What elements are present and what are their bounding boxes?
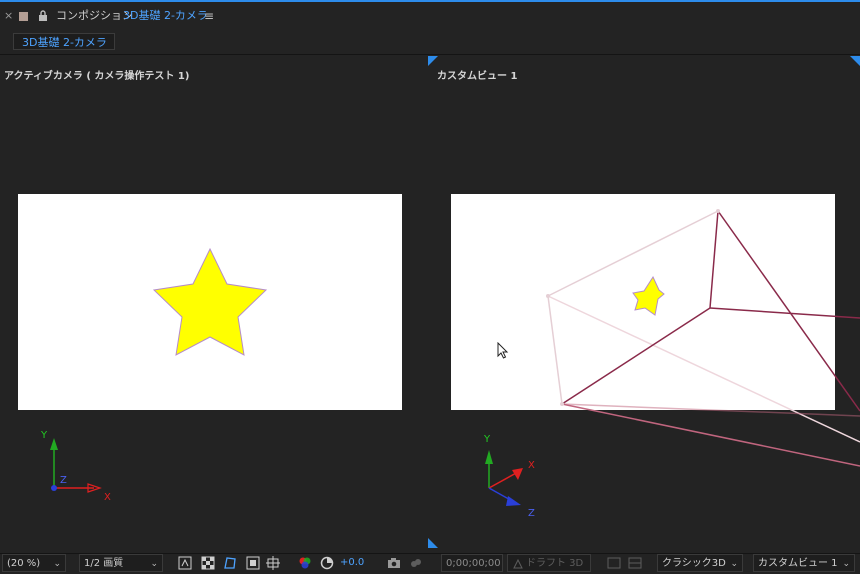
axis-label-x: X	[528, 460, 535, 471]
ground-plane-icon[interactable]	[628, 556, 642, 570]
resolution-value: 1/2 画質	[84, 558, 124, 569]
chevron-down-icon: ⌄	[53, 559, 61, 569]
close-panel-icon[interactable]: ×	[4, 8, 13, 24]
axis-gizmo-left: Y Z X	[40, 430, 111, 503]
view-corner-marker	[428, 538, 438, 548]
draft-3d-icon	[513, 558, 523, 569]
timecode-display[interactable]: 0;00;00;00	[441, 554, 503, 572]
renderer-dropdown[interactable]: クラシック3D ⌄	[657, 554, 743, 572]
region-of-interest-icon[interactable]	[246, 556, 260, 570]
panel-label: コンポジション	[56, 9, 133, 22]
reset-exposure-icon[interactable]	[320, 556, 334, 570]
axis-label-z: Z	[60, 475, 67, 486]
composition-name: 3D基礎 2-カメラ	[123, 9, 208, 22]
axis-label-z: Z	[528, 508, 535, 519]
lock-icon[interactable]	[38, 10, 48, 25]
chevron-down-icon: ⌄	[150, 559, 158, 569]
stop-icon[interactable]	[19, 12, 28, 21]
view-title-active-camera: アクティブカメラ ( カメラ操作テスト 1)	[4, 71, 190, 82]
zoom-value: (20 %)	[7, 558, 41, 569]
show-snapshot-icon[interactable]	[409, 556, 423, 570]
tab-bar	[0, 32, 860, 55]
transparency-grid-icon[interactable]	[201, 556, 215, 570]
view-select-dropdown[interactable]: カスタムビュー 1 ⌄	[753, 554, 855, 572]
mouse-cursor-icon	[497, 342, 509, 359]
grid-guides-icon[interactable]	[266, 556, 280, 570]
camera-snapshot-icon[interactable]	[387, 556, 401, 570]
view-corner-marker	[850, 56, 860, 66]
color-channels-icon[interactable]	[298, 556, 312, 570]
star-shape	[152, 247, 268, 356]
axis-gizmo-right: Y X Z	[483, 434, 535, 519]
axis-label-x: X	[104, 492, 111, 503]
panel-menu-icon[interactable]: ≡	[204, 8, 214, 24]
panel-focus-line	[0, 0, 860, 2]
axis-label-y: Y	[40, 430, 48, 441]
renderer-value: クラシック3D	[662, 558, 726, 569]
mask-path-icon[interactable]	[223, 556, 237, 570]
chevron-down-icon: ⌄	[842, 559, 850, 569]
axis-label-y: Y	[483, 434, 491, 445]
draft-3d-toggle[interactable]: ドラフト 3D	[507, 554, 591, 572]
resolution-dropdown[interactable]: 1/2 画質 ⌄	[79, 554, 163, 572]
active-camera-frame[interactable]	[18, 194, 402, 410]
exposure-value[interactable]: +0.0	[340, 554, 364, 572]
chevron-down-icon: ⌄	[730, 559, 738, 569]
extended-viewer-icon[interactable]	[607, 556, 621, 570]
zoom-dropdown[interactable]: (20 %) ⌄	[2, 554, 66, 572]
timecode-value: 0;00;00;00	[446, 558, 501, 569]
composition-tab[interactable]: 3D基礎 2-カメラ	[13, 33, 115, 50]
view-corner-marker	[428, 56, 438, 66]
view-select-value: カスタムビュー 1	[758, 558, 838, 569]
fast-preview-icon[interactable]	[178, 556, 192, 570]
